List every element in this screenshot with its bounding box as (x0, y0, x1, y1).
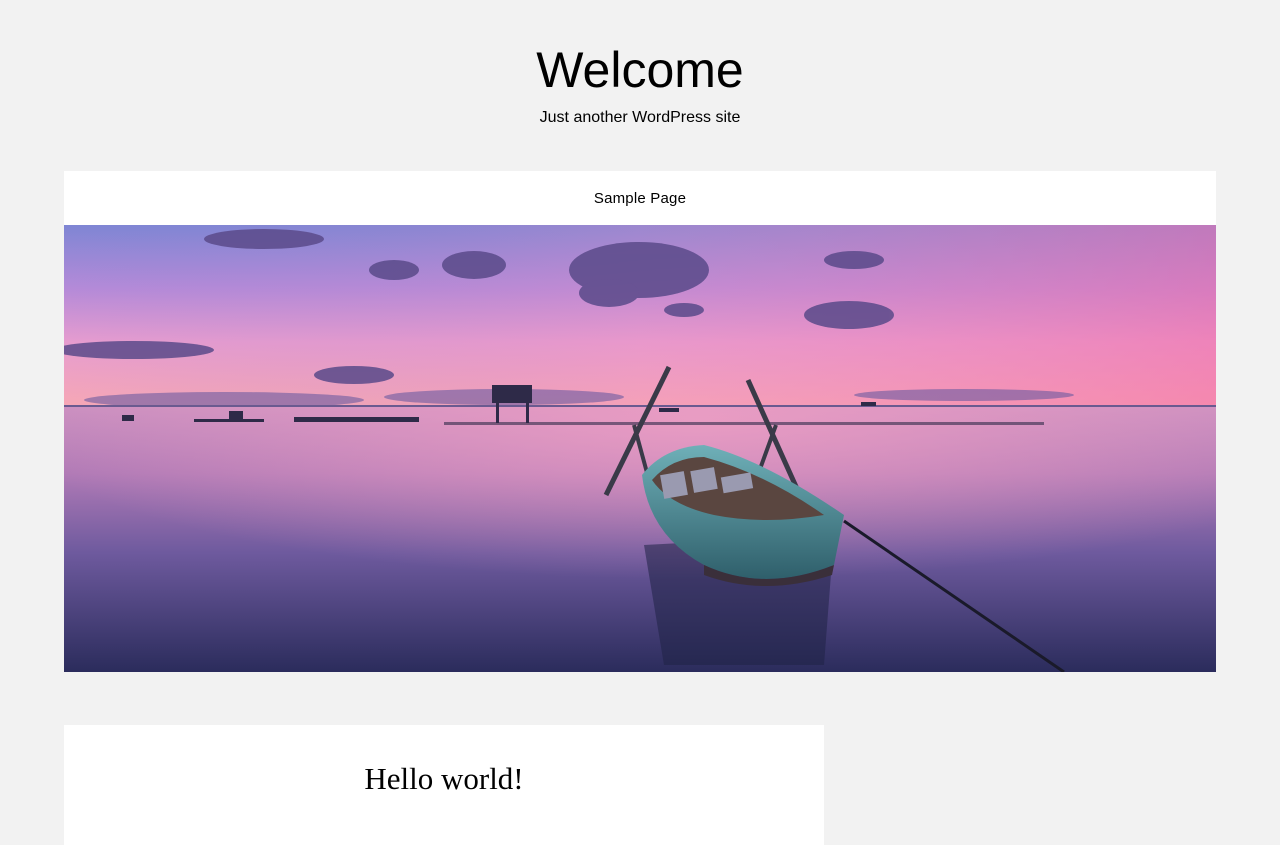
nav-item-sample-page[interactable]: Sample Page (594, 190, 686, 207)
site-title[interactable]: Welcome (0, 40, 1280, 100)
post-card: Hello world! (64, 725, 824, 845)
post-title[interactable]: Hello world! (64, 761, 824, 797)
site-tagline: Just another WordPress site (539, 109, 741, 126)
primary-navigation: Sample Page (64, 171, 1216, 225)
header-image (64, 225, 1216, 672)
sunset-boat-image (64, 225, 1216, 672)
